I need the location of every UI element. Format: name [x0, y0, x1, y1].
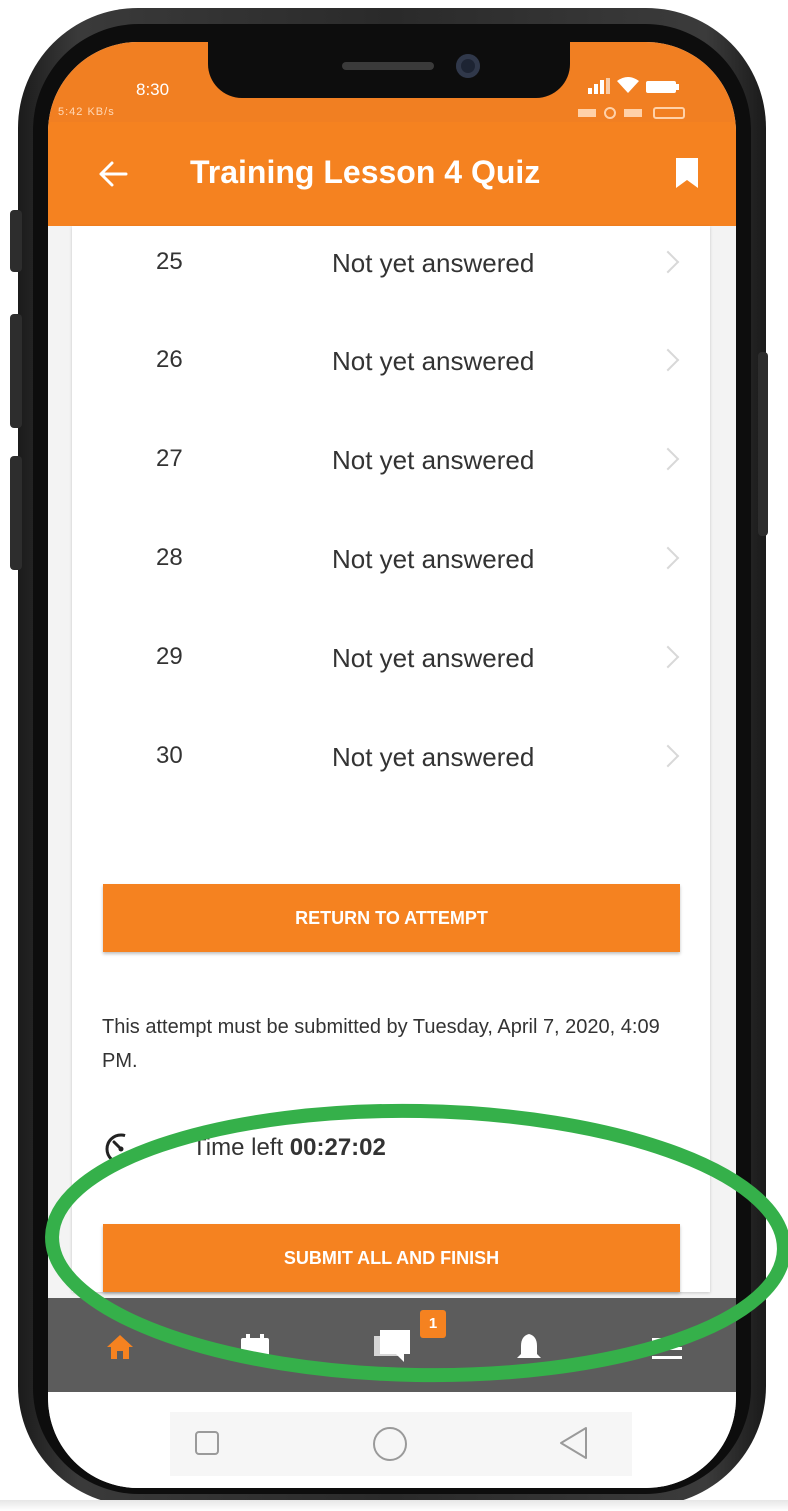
bottom-shadow: [0, 1500, 788, 1511]
highlight-ellipse: [45, 1103, 788, 1383]
